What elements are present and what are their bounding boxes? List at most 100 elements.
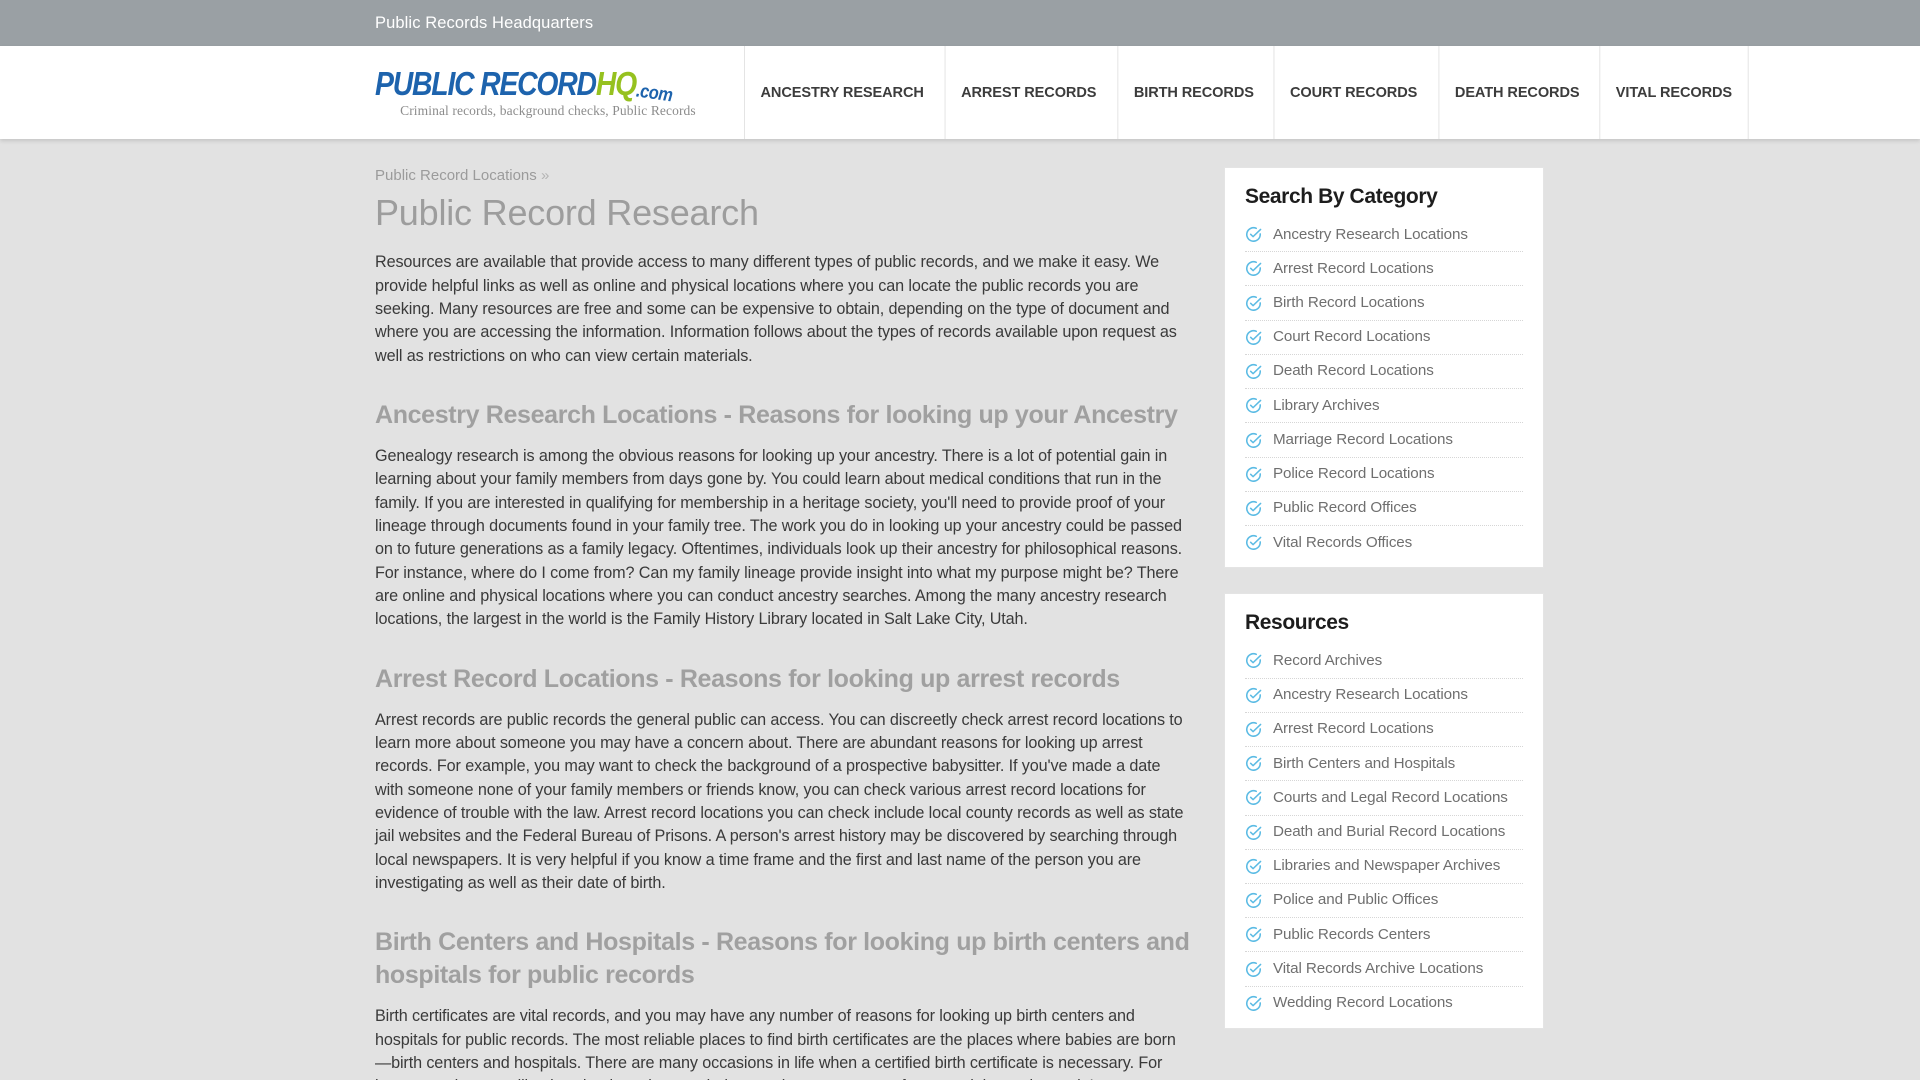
list-item-label: Libraries and Newspaper Archives <box>1273 857 1501 875</box>
check-circle-icon <box>1245 721 1262 738</box>
category-list-item[interactable]: Arrest Record Locations <box>1245 252 1523 287</box>
category-list-item[interactable]: Ancestry Research Locations <box>1245 218 1523 253</box>
nav-death-records[interactable]: DEATH RECORDS <box>1437 46 1595 139</box>
page-container: Public Record Locations » Public Record … <box>375 139 1545 1080</box>
check-circle-icon <box>1245 432 1262 449</box>
top-utility-bar-inner: Public Records Headquarters <box>375 14 1545 33</box>
nav-item-label: ANCESTRY RESEARCH <box>760 84 924 101</box>
list-item-label: Arrest Record Locations <box>1273 259 1434 277</box>
logo-wordmark: PUBLIC RECORDHQ.com <box>375 64 673 106</box>
nav-arrest-records[interactable]: ARREST RECORDS <box>944 46 1112 139</box>
check-circle-icon <box>1245 534 1262 551</box>
check-circle-icon <box>1245 466 1262 483</box>
check-circle-icon <box>1245 500 1262 517</box>
section-paragraph: Genealogy research is among the obvious … <box>375 447 1183 629</box>
nav-item-label: DEATH RECORDS <box>1454 84 1580 101</box>
category-list-item[interactable]: Police Record Locations <box>1245 458 1523 492</box>
logo-text-primary: PUBLIC RECORD <box>375 64 597 102</box>
breadcrumb-separator-icon: » <box>540 167 550 184</box>
site-tagline-text: Public Records Headquarters <box>375 13 594 32</box>
breadcrumb-link-public-record-locations[interactable]: Public Record Locations <box>375 167 537 184</box>
check-circle-icon <box>1245 892 1262 909</box>
check-circle-icon <box>1245 858 1262 875</box>
resources-list: Record Archives Ancestry Research Locatio… <box>1245 644 1523 1020</box>
resources-card: Resources Record Archives Ancestry Resear… <box>1224 593 1544 1029</box>
logo-tagline: Criminal records, background checks, Pub… <box>400 102 696 118</box>
site-header-inner: PUBLIC RECORDHQ.com Criminal records, ba… <box>375 46 1749 139</box>
check-circle-icon <box>1245 260 1262 277</box>
resource-list-item[interactable]: Arrest Record Locations <box>1245 713 1523 748</box>
list-item-label: Record Archives <box>1273 651 1383 669</box>
resource-list-item[interactable]: Courts and Legal Record Locations <box>1245 781 1523 816</box>
intro-paragraph: Resources are available that provide acc… <box>375 253 1177 365</box>
list-item-label: Wedding Record Locations <box>1273 994 1453 1012</box>
list-item-label: Public Record Offices <box>1273 499 1417 517</box>
list-item-label: Ancestry Research Locations <box>1273 225 1468 243</box>
check-circle-icon <box>1245 961 1262 978</box>
search-by-category-list: Ancestry Research Locations Arrest Record… <box>1245 218 1523 559</box>
category-list-item[interactable]: Court Record Locations <box>1245 321 1523 355</box>
check-circle-icon <box>1245 687 1262 704</box>
resource-list-item[interactable]: Wedding Record Locations <box>1245 987 1523 1020</box>
resource-list-item[interactable]: Vital Records Archive Locations <box>1245 952 1523 987</box>
category-list-item[interactable]: Library Archives <box>1245 389 1523 424</box>
list-item-label: Arrest Record Locations <box>1273 720 1434 738</box>
resource-list-item[interactable]: Public Records Centers <box>1245 918 1523 953</box>
category-list-item[interactable]: Vital Records Offices <box>1245 526 1523 559</box>
check-circle-icon <box>1245 363 1262 380</box>
breadcrumb: Public Record Locations » <box>375 167 1191 184</box>
list-item-label: Vital Records Offices <box>1273 533 1413 551</box>
main-navigation: ANCESTRY RESEARCH ARREST RECORDS BIRTH REC… <box>741 46 1751 139</box>
resource-list-item[interactable]: Libraries and Newspaper Archives <box>1245 850 1523 884</box>
section-heading: Ancestry Research Locations - Reasons fo… <box>375 401 1178 430</box>
check-circle-icon <box>1245 226 1262 243</box>
main-content: Public Record Locations » Public Record … <box>375 167 1191 1080</box>
nav-item-label: VITAL RECORDS <box>1615 84 1733 101</box>
site-header: PUBLIC RECORDHQ.com Criminal records, ba… <box>0 46 1920 139</box>
check-circle-icon <box>1245 789 1262 806</box>
check-circle-icon <box>1245 824 1262 841</box>
sidebar: Search By Category Ancestry Research Loc… <box>1224 167 1544 1054</box>
section-heading: Birth Centers and Hospitals - Reasons fo… <box>375 928 1190 990</box>
site-logo[interactable]: PUBLIC RECORDHQ.com Criminal records, ba… <box>375 46 741 139</box>
check-circle-icon <box>1245 926 1262 943</box>
resource-list-item[interactable]: Death and Burial Record Locations <box>1245 816 1523 850</box>
search-by-category-title: Search By Category <box>1245 185 1438 208</box>
nav-item-label: BIRTH RECORDS <box>1133 84 1254 101</box>
category-list-item[interactable]: Birth Record Locations <box>1245 286 1523 321</box>
section-heading: Arrest Record Locations - Reasons for lo… <box>375 664 1120 693</box>
search-by-category-card: Search By Category Ancestry Research Loc… <box>1224 167 1544 569</box>
list-item-label: Vital Records Archive Locations <box>1273 959 1484 977</box>
resource-list-item[interactable]: Birth Centers and Hospitals <box>1245 747 1523 782</box>
check-circle-icon <box>1245 995 1262 1012</box>
list-item-label: Public Records Centers <box>1273 925 1431 943</box>
nav-item-label: ARREST RECORDS <box>961 84 1097 101</box>
list-item-label: Birth Centers and Hospitals <box>1273 754 1456 772</box>
list-item-label: Ancestry Research Locations <box>1273 686 1468 704</box>
resource-list-item[interactable]: Record Archives <box>1245 644 1523 679</box>
nav-vital-records[interactable]: VITAL RECORDS <box>1599 46 1749 139</box>
nav-birth-records[interactable]: BIRTH RECORDS <box>1117 46 1269 139</box>
category-list-item[interactable]: Death Record Locations <box>1245 355 1523 390</box>
article-sections: Ancestry Research Locations - Reasons fo… <box>375 399 1191 1080</box>
check-circle-icon <box>1245 755 1262 772</box>
check-circle-icon <box>1245 329 1262 346</box>
resource-list-item[interactable]: Ancestry Research Locations <box>1245 679 1523 713</box>
top-utility-bar: Public Records Headquarters <box>0 0 1920 46</box>
section-paragraph: Arrest records are public records the ge… <box>375 710 1184 892</box>
list-item-label: Police and Public Offices <box>1273 891 1439 909</box>
check-circle-icon <box>1245 397 1262 414</box>
nav-item-label: COURT RECORDS <box>1290 84 1418 101</box>
category-list-item[interactable]: Public Record Offices <box>1245 492 1523 527</box>
category-list-item[interactable]: Marriage Record Locations <box>1245 423 1523 458</box>
nav-ancestry-research[interactable]: ANCESTRY RESEARCH <box>743 46 939 139</box>
check-circle-icon <box>1245 652 1262 669</box>
list-item-label: Death Record Locations <box>1273 362 1434 380</box>
resource-list-item[interactable]: Police and Public Offices <box>1245 884 1523 919</box>
resources-title: Resources <box>1245 611 1349 635</box>
logo-text-hq: HQ <box>595 64 637 102</box>
nav-court-records[interactable]: COURT RECORDS <box>1273 46 1433 139</box>
list-item-label: Marriage Record Locations <box>1273 430 1453 448</box>
list-item-label: Library Archives <box>1273 396 1380 414</box>
check-circle-icon <box>1245 295 1262 312</box>
